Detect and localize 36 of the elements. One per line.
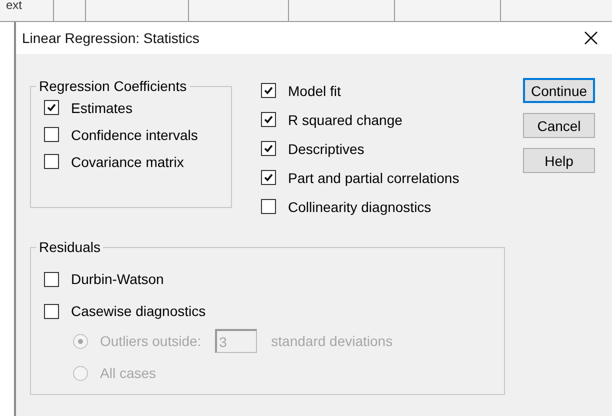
- checkbox-label: Descriptives: [288, 140, 364, 156]
- checkbox-label: Part and partial correlations: [288, 170, 460, 186]
- check-icon: [262, 171, 275, 184]
- check-icon: [262, 84, 275, 97]
- checkbox[interactable]: [44, 100, 59, 115]
- group-title: Residuals: [38, 239, 102, 255]
- window-title: Linear Regression: Statistics: [22, 30, 200, 46]
- checkbox-label: Casewise diagnostics: [71, 303, 206, 319]
- close-button[interactable]: [584, 31, 598, 45]
- checkbox[interactable]: [261, 141, 276, 156]
- radio-label: All cases: [100, 365, 156, 381]
- checkbox-label: Estimates: [71, 100, 132, 116]
- radio-label: Outliers outside:: [100, 333, 202, 349]
- checkbox[interactable]: [44, 304, 59, 318]
- checkbox[interactable]: [44, 154, 59, 169]
- unit-label: standard deviations: [271, 333, 393, 349]
- checkbox-label: Model fit: [288, 82, 341, 98]
- group-title: Regression Coefficients: [38, 78, 188, 94]
- checkbox[interactable]: [261, 112, 276, 127]
- checkbox[interactable]: [261, 83, 276, 98]
- checkbox[interactable]: [261, 170, 276, 185]
- checkbox-label: Covariance matrix: [71, 154, 184, 170]
- dialog-button[interactable]: Cancel: [523, 113, 595, 138]
- check-icon: [262, 113, 275, 126]
- checkbox-label: Collinearity diagnostics: [288, 198, 432, 214]
- checkbox[interactable]: [44, 127, 59, 142]
- check-icon: [262, 142, 275, 155]
- checkbox-label: R squared change: [288, 112, 402, 128]
- check-icon: [45, 101, 58, 114]
- dialog-button[interactable]: Help: [523, 148, 595, 173]
- checkbox-label: Durbin-Watson: [71, 271, 164, 287]
- checkbox-label: Confidence intervals: [71, 126, 198, 142]
- checkbox[interactable]: [261, 199, 276, 214]
- dialog-button[interactable]: Continue: [523, 78, 595, 103]
- column-header-text: ext: [5, 0, 24, 10]
- checkbox[interactable]: [44, 272, 59, 286]
